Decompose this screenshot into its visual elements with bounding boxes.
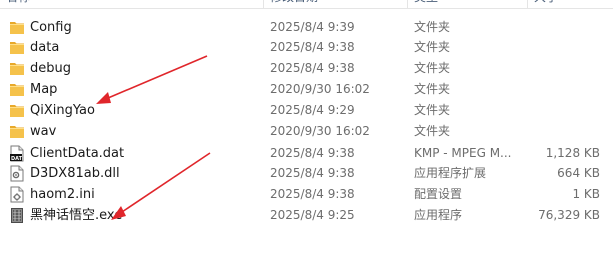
column-header-name[interactable]: 名称 [0,0,262,8]
column-header-date-modified[interactable]: 修改日期 [263,0,410,8]
file-type: 文件夹 [414,103,451,117]
file-row-d3dx81ab[interactable]: D3DX81ab.dll 2025/8/4 9:38 应用程序扩展 664 KB [0,163,613,184]
file-type: 文件夹 [414,124,451,138]
file-name: wav [30,124,57,139]
file-date-modified: 2025/8/4 9:38 [270,166,355,180]
file-date-modified: 2025/8/4 9:38 [270,61,355,75]
file-row-debug[interactable]: debug 2025/8/4 9:38 文件夹 [0,58,613,79]
svg-text:DAT: DAT [11,156,23,162]
column-header-row: 名称 修改日期 类型 大小 [0,0,613,9]
file-row-qixingyao[interactable]: QiXingYao 2025/8/4 9:29 文件夹 [0,100,613,121]
file-explorer-list: 名称 修改日期 类型 大小 Config 2025/8/4 9:39 文件夹 d… [0,0,613,255]
file-row-data[interactable]: data 2025/8/4 9:38 文件夹 [0,37,613,58]
file-type: 应用程序扩展 [414,166,487,180]
file-type: 应用程序 [414,208,463,222]
folder-icon [10,105,24,117]
file-date-modified: 2025/8/4 9:39 [270,20,355,34]
file-name: 黑神话悟空.exe [30,208,123,223]
file-name: Map [30,82,58,97]
folder-icon [10,126,24,138]
file-date-modified: 2025/8/4 9:29 [270,103,355,117]
file-row-clientdata[interactable]: DAT ClientData.dat 2025/8/4 9:38 KMP - M… [0,143,613,164]
folder-icon [10,22,24,34]
file-name: D3DX81ab.dll [30,166,120,181]
ini-file-icon [10,186,24,203]
file-type: 文件夹 [414,82,451,96]
folder-icon [10,84,24,96]
file-type: 文件夹 [414,20,451,34]
file-date-modified: 2025/8/4 9:38 [270,187,355,201]
file-row-haom2[interactable]: haom2.ini 2025/8/4 9:38 配置设置 1 KB [0,184,613,205]
file-row-config[interactable]: Config 2025/8/4 9:39 文件夹 [0,17,613,38]
file-date-modified: 2020/9/30 16:02 [270,82,370,96]
exe-file-icon [11,208,23,223]
file-name: debug [30,61,71,76]
file-type: 文件夹 [414,61,451,75]
folder-icon [10,63,24,75]
file-size: 1 KB [572,187,600,201]
file-date-modified: 2025/8/4 9:38 [270,146,355,160]
dll-file-icon [10,165,24,182]
folder-icon [10,42,24,54]
file-date-modified: 2020/9/30 16:02 [270,124,370,138]
column-header-size[interactable]: 大小 [527,0,613,8]
file-size: 76,329 KB [538,208,600,222]
file-name: Config [30,20,72,35]
file-name: data [30,40,60,55]
file-date-modified: 2025/8/4 9:38 [270,40,355,54]
file-type: 文件夹 [414,40,451,54]
column-header-type[interactable]: 类型 [407,0,529,8]
file-size: 664 KB [557,166,600,180]
file-name: ClientData.dat [30,146,125,161]
file-type: 配置设置 [414,187,463,201]
file-type: KMP - MPEG M... [414,146,512,160]
file-size: 1,128 KB [545,146,600,160]
file-name: haom2.ini [30,187,95,202]
file-row-wav[interactable]: wav 2020/9/30 16:02 文件夹 [0,121,613,142]
file-date-modified: 2025/8/4 9:25 [270,208,355,222]
file-row-map[interactable]: Map 2020/9/30 16:02 文件夹 [0,79,613,100]
file-name: QiXingYao [30,103,95,118]
dat-file-icon: DAT [10,145,24,162]
file-row-heishenhua-exe[interactable]: 黑神话悟空.exe 2025/8/4 9:25 应用程序 76,329 KB [0,205,613,226]
